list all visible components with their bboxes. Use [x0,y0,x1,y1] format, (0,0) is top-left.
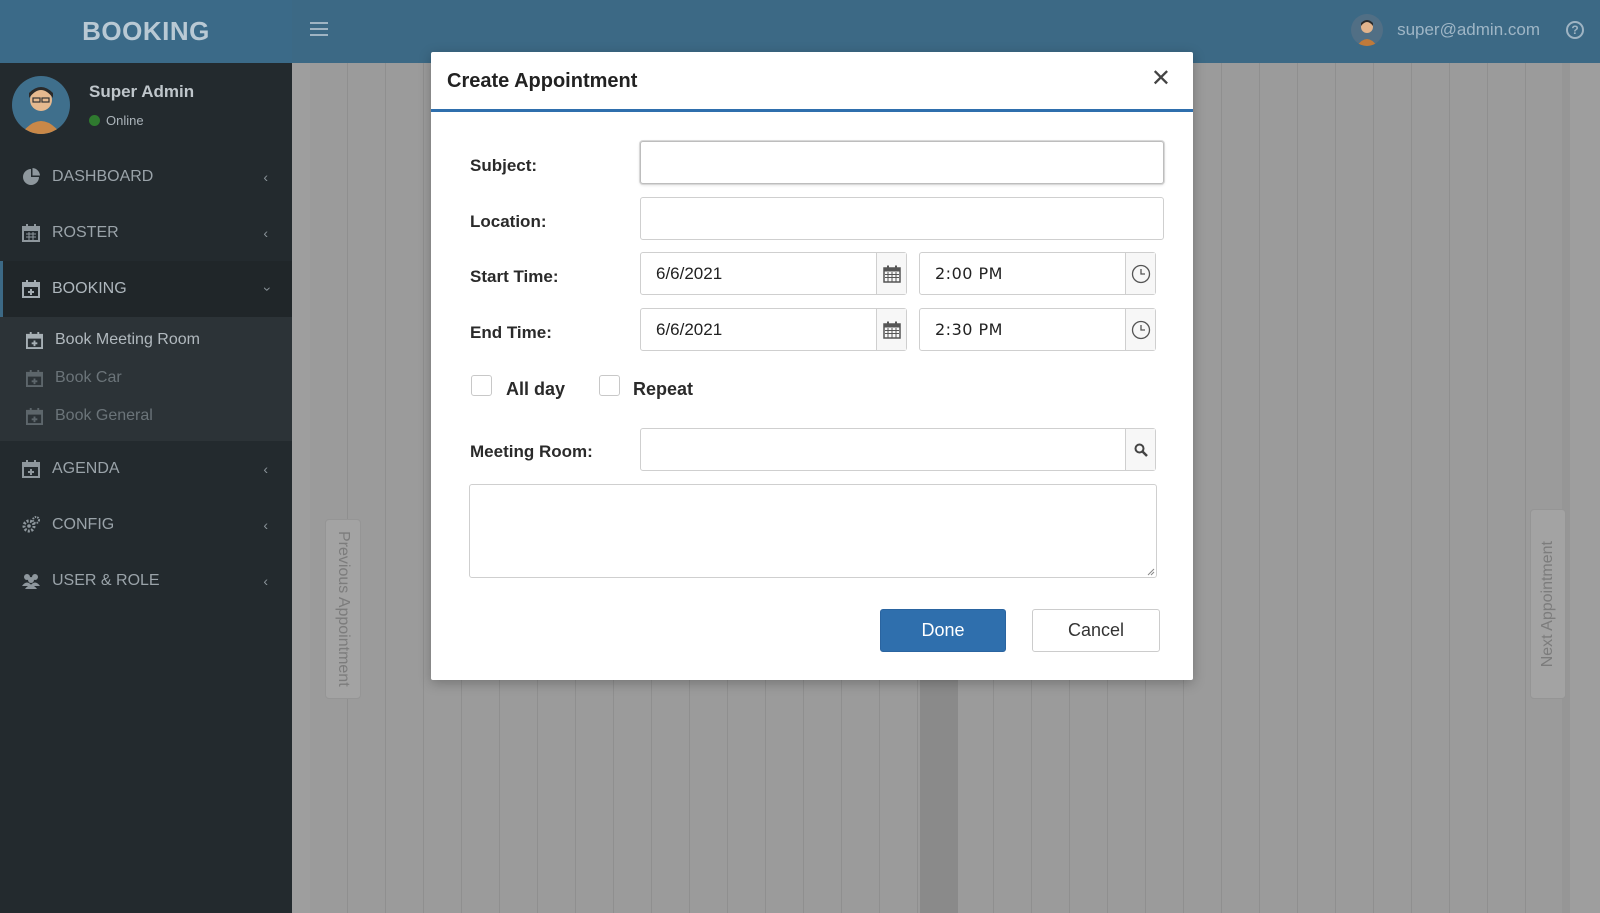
sidebar-item-roster[interactable]: ROSTER ‹ [0,205,292,261]
clock-icon[interactable] [1125,253,1155,294]
sidebar-subitem-label: Book General [55,407,153,424]
location-input[interactable] [640,197,1164,240]
meeting-room-label: Meeting Room: [470,442,593,461]
calendar-icon[interactable] [876,253,906,294]
chevron-left-icon: ‹ [263,225,268,241]
calendar-plus-icon [22,280,40,298]
start-time-value[interactable]: 2:00 PM [920,253,1125,294]
sidebar-subitem-label: Book Meeting Room [55,331,200,348]
avatar [12,76,70,134]
end-time-picker[interactable]: 2:30 PM [919,308,1156,351]
sidebar-item-label: AGENDA [52,460,120,477]
pie-chart-icon [22,168,40,186]
chevron-left-icon: ‹ [263,517,268,533]
sidebar-item-agenda[interactable]: AGENDA ‹ [0,441,292,497]
search-icon[interactable] [1125,429,1155,470]
chevron-left-icon: ‹ [263,169,268,185]
calendar-scrollbar[interactable] [1562,63,1570,913]
notes-textarea[interactable] [469,484,1157,578]
sidebar-subitem-book-car[interactable]: Book Car [0,359,292,397]
previous-appointment-button[interactable]: Previous Appointment [325,519,361,699]
calendar-plus-icon [22,460,40,478]
dialog-header: Create Appointment ✕ [431,52,1193,112]
sidebar-subitem-book-meeting-room[interactable]: Book Meeting Room [0,321,292,359]
close-icon[interactable]: ✕ [1151,67,1171,91]
sidebar-item-label: USER & ROLE [52,572,160,589]
done-button[interactable]: Done [880,609,1006,652]
sidebar-subitem-book-general[interactable]: Book General [0,397,292,435]
help-icon[interactable]: ? [1566,21,1584,39]
subject-input[interactable] [640,141,1164,184]
end-time-value[interactable]: 2:30 PM [920,309,1125,350]
start-time-picker[interactable]: 2:00 PM [919,252,1156,295]
user-panel: Super Admin Online [0,63,292,149]
start-date-picker[interactable]: 6/6/2021 [640,252,907,295]
sidebar-item-config[interactable]: CONFIG ‹ [0,497,292,553]
all-day-label[interactable]: All day [506,379,565,400]
location-label: Location: [470,212,547,231]
cancel-button[interactable]: Cancel [1032,609,1160,652]
user-status: Online [89,113,144,128]
sidebar-item-label: CONFIG [52,516,115,533]
sidebar-item-user-role[interactable]: USER & ROLE ‹ [0,553,292,609]
calendar-plus-icon [26,407,43,425]
end-date-value[interactable]: 6/6/2021 [641,309,876,350]
previous-appointment-label: Previous Appointment [335,531,352,687]
chevron-left-icon: ‹ [263,573,268,589]
brand-logo[interactable]: BOOKING [0,0,292,63]
sidebar-item-label: BOOKING [52,280,127,297]
avatar [1351,14,1384,46]
calendar-icon[interactable] [876,309,906,350]
sidebar-subitem-label: Book Car [55,369,122,386]
end-date-picker[interactable]: 6/6/2021 [640,308,907,351]
end-time-label: End Time: [470,323,552,342]
start-date-value[interactable]: 6/6/2021 [641,253,876,294]
repeat-label[interactable]: Repeat [633,379,693,400]
status-text: Online [106,113,144,128]
chevron-left-icon: ‹ [263,461,268,477]
repeat-checkbox[interactable] [599,375,620,396]
next-appointment-button[interactable]: Next Appointment [1530,509,1566,699]
sidebar-item-label: DASHBOARD [52,168,154,185]
dialog-title: Create Appointment [447,70,638,92]
calendar-icon [22,224,40,242]
gears-icon [22,516,40,534]
menu-toggle-icon[interactable] [310,22,328,38]
sidebar-item-label: ROSTER [52,224,119,241]
next-appointment-label: Next Appointment [1539,540,1556,668]
subject-label: Subject: [470,156,538,175]
clock-icon[interactable] [1125,309,1155,350]
calendar-plus-icon [26,369,43,387]
all-day-checkbox[interactable] [471,375,492,396]
sidebar: Super Admin Online DASHBOARD ‹ ROSTER ‹ … [0,63,292,913]
user-menu[interactable]: super@admin.com [1351,14,1540,46]
meeting-room-lookup[interactable] [640,428,1156,471]
user-name: Super Admin [89,82,195,101]
sidebar-item-dashboard[interactable]: DASHBOARD ‹ [0,149,292,205]
sidebar-item-booking[interactable]: BOOKING ‹ [0,261,292,317]
booking-submenu: Book Meeting Room Book Car Book General [0,317,292,441]
online-status-icon [89,115,100,126]
calendar-plus-icon [26,331,43,349]
create-appointment-dialog: Create Appointment ✕ Subject: Location: … [431,52,1193,680]
start-time-label: Start Time: [470,267,559,286]
meeting-room-value[interactable] [641,429,1125,470]
chevron-down-icon: ‹ [257,286,274,292]
user-email: super@admin.com [1397,20,1540,39]
users-icon [22,572,40,590]
